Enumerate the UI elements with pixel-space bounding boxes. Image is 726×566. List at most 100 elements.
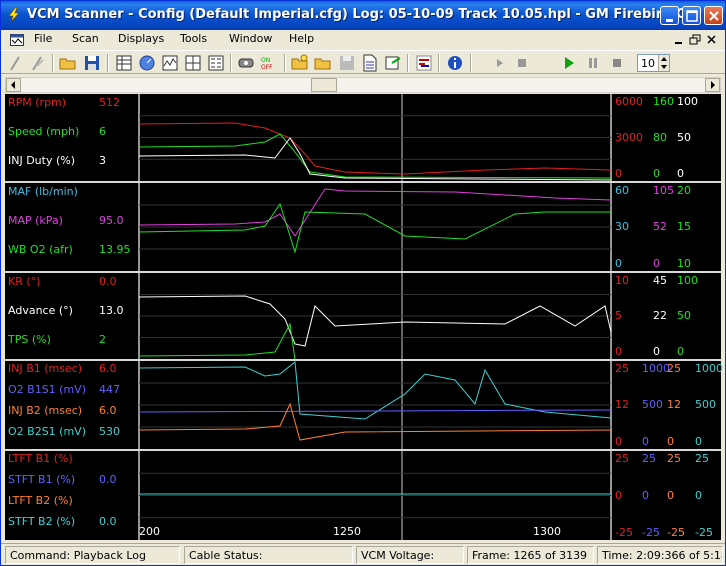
channel-label[interactable]: INJ B1 (msec) <box>8 362 82 375</box>
pause-icon[interactable] <box>584 54 602 72</box>
scale-tick-label: 45 <box>653 274 667 287</box>
close-button[interactable] <box>704 6 723 25</box>
timeline-scrollbar[interactable] <box>5 77 721 93</box>
toolbar-separator <box>230 54 232 72</box>
channel-label[interactable]: RPM (rpm) <box>8 96 66 109</box>
channel-label[interactable]: STFT B2 (%) <box>8 515 75 528</box>
menu-tools[interactable]: Tools <box>180 32 207 45</box>
scale-tick-label: 12 <box>615 398 629 411</box>
on-off-icon[interactable]: ONOFF <box>260 54 278 72</box>
spinner-arrows[interactable] <box>658 55 669 71</box>
scale-tick-label: 160 <box>653 95 674 108</box>
channel-label[interactable]: KR (°) <box>8 275 40 288</box>
scale-tick-label: 25 <box>642 452 656 465</box>
channel-label[interactable]: O2 B1S1 (mV) <box>8 383 86 396</box>
minimize-icon <box>666 19 673 22</box>
document-icon[interactable] <box>361 54 379 72</box>
scroll-left-icon <box>11 81 15 89</box>
channel-label[interactable]: LTFT B1 (%) <box>8 452 73 465</box>
minimize-button[interactable] <box>660 6 679 25</box>
channel-label[interactable]: Speed (mph) <box>8 125 79 138</box>
scroll-left-button[interactable] <box>6 78 21 92</box>
scale-tick-label: 52 <box>653 220 667 233</box>
menu-displays[interactable]: Displays <box>118 32 164 45</box>
chart-area[interactable]: RPM (rpm) 512 Speed (mph) 6 INJ Duty (%) 3 600… <box>5 94 723 540</box>
channel-label[interactable]: LTFT B2 (%) <box>8 494 73 507</box>
child-restore-icon[interactable] <box>687 32 703 47</box>
info-icon[interactable] <box>446 54 464 72</box>
scale-tick-label: 0 <box>615 257 622 270</box>
vehicle-icon[interactable] <box>237 54 255 72</box>
channel-label[interactable]: MAF (lb/min) <box>8 185 78 198</box>
scale-tick-label: 500 <box>642 398 663 411</box>
channel-label[interactable]: O2 B2S1 (mV) <box>8 425 86 438</box>
scale-tick-label: 0 <box>615 167 622 180</box>
play-icon[interactable] <box>560 54 578 72</box>
child-close-icon[interactable] <box>704 32 720 47</box>
channel-value: 447 <box>99 383 120 396</box>
scale-tick-label: 0 <box>615 435 622 448</box>
scale-tick-label: 30 <box>615 220 629 233</box>
gauge-icon[interactable] <box>138 54 156 72</box>
status-command: Command: Playback Log <box>5 546 180 564</box>
scale-tick-label: 0 <box>677 345 684 358</box>
scale-tick-label: 0 <box>615 345 622 358</box>
menu-file[interactable]: File <box>34 32 52 45</box>
scroll-thumb[interactable] <box>311 78 337 92</box>
channel-value: 2 <box>99 333 106 346</box>
data-trace <box>138 295 612 347</box>
channel-value: 0.0 <box>99 473 117 486</box>
channel-label[interactable]: TPS (%) <box>8 333 51 346</box>
panel-divider <box>5 181 721 183</box>
dashboard-icon[interactable] <box>207 54 225 72</box>
scale-tick-label: 5 <box>615 309 622 322</box>
child-minimize-icon[interactable] <box>671 32 687 47</box>
scale-tick-label: 22 <box>653 309 667 322</box>
disconnect-icon[interactable] <box>29 54 47 72</box>
data-trace <box>138 202 611 254</box>
document-window-icon[interactable] <box>10 33 24 47</box>
scroll-right-button[interactable] <box>705 78 720 92</box>
scale-tick-label: 25 <box>667 362 681 375</box>
new-log-icon[interactable] <box>291 54 309 72</box>
scale-tick-label: 1000 <box>695 362 723 375</box>
menu-help[interactable]: Help <box>289 32 314 45</box>
stop-gray-icon[interactable] <box>513 54 531 72</box>
data-trace <box>138 122 612 175</box>
save-log-icon[interactable] <box>338 54 356 72</box>
menu-window[interactable]: Window <box>229 32 272 45</box>
graph-view-icon[interactable] <box>161 54 179 72</box>
channel-value: 6.0 <box>99 362 117 375</box>
chart-view-icon[interactable] <box>184 54 202 72</box>
export-icon[interactable] <box>384 54 402 72</box>
open-log-icon[interactable] <box>314 54 332 72</box>
connect-icon[interactable] <box>7 54 25 72</box>
scale-tick-label: 15 <box>677 220 691 233</box>
scale-tick-label: 60 <box>615 184 629 197</box>
menu-bar: File Scan Displays Tools Window Help <box>1 30 725 50</box>
open-folder-icon[interactable] <box>59 54 77 72</box>
save-icon[interactable] <box>83 54 101 72</box>
channel-label[interactable]: WB O2 (afr) <box>8 243 73 256</box>
channel-value: 13.0 <box>99 304 124 317</box>
panel-divider <box>5 271 721 273</box>
channel-label[interactable]: INJ Duty (%) <box>8 154 75 167</box>
title-bar[interactable]: VCM Scanner - Config (Default Imperial.c… <box>1 1 725 30</box>
scale-tick-label: 80 <box>653 131 667 144</box>
stop-icon[interactable] <box>608 54 626 72</box>
scale-tick-label: 20 <box>677 184 691 197</box>
menu-scan[interactable]: Scan <box>72 32 99 45</box>
channel-label[interactable]: MAP (kPa) <box>8 214 63 227</box>
channel-label[interactable]: Advance (°) <box>8 304 73 317</box>
channel-label[interactable]: INJ B2 (msec) <box>8 404 82 417</box>
scale-tick-label: 0 <box>667 489 674 502</box>
maximize-button[interactable] <box>682 6 701 25</box>
scale-tick-label: 50 <box>677 131 691 144</box>
settings-icon[interactable] <box>415 54 433 72</box>
channel-label[interactable]: STFT B1 (%) <box>8 473 75 486</box>
table-view-icon[interactable] <box>115 54 133 72</box>
playback-speed-spinner[interactable]: 10 <box>637 54 670 72</box>
scale-tick-label: -25 <box>615 526 633 539</box>
channel-value: 6.0 <box>99 404 117 417</box>
step-play-icon[interactable] <box>491 54 509 72</box>
